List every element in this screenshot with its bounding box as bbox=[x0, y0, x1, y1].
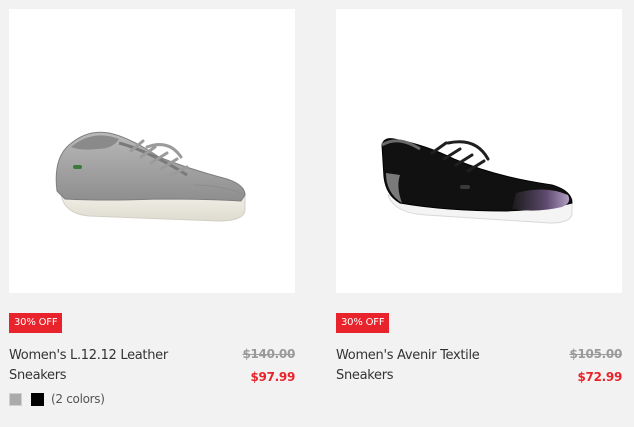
black-textile-sneaker-image bbox=[381, 138, 573, 224]
product-image[interactable] bbox=[336, 9, 622, 293]
product-name-line[interactable]: Women's L.12.12 Leather bbox=[9, 348, 168, 363]
sale-price: $72.99 bbox=[577, 370, 622, 384]
color-swatch-black[interactable] bbox=[31, 392, 44, 406]
colors-count: (2 colors) bbox=[51, 392, 105, 406]
product-card[interactable]: 30% OFF Women's Avenir Textile Sneakers … bbox=[336, 0, 622, 427]
product-image[interactable] bbox=[9, 9, 295, 293]
discount-badge: 30% OFF bbox=[9, 313, 63, 333]
sale-price: $97.99 bbox=[250, 370, 295, 384]
product-name-line[interactable]: Women's Avenir Textile Sneakers bbox=[336, 348, 480, 383]
product-name[interactable]: Women's L.12.12 Leather Sneakers bbox=[9, 346, 209, 386]
grey-leather-sneaker-image bbox=[55, 131, 246, 222]
product-name-line[interactable]: Sneakers bbox=[9, 368, 67, 383]
original-price: $140.00 bbox=[242, 347, 295, 361]
discount-badge: 30% OFF bbox=[336, 313, 390, 333]
original-price: $105.00 bbox=[569, 347, 622, 361]
color-swatch-grey[interactable] bbox=[9, 392, 22, 406]
color-swatches: (2 colors) bbox=[9, 392, 105, 406]
product-grid: 30% OFF Women's L.12.12 Leather Sneakers… bbox=[0, 0, 634, 427]
product-card[interactable]: 30% OFF Women's L.12.12 Leather Sneakers… bbox=[9, 0, 295, 427]
product-name[interactable]: Women's Avenir Textile Sneakers bbox=[336, 346, 536, 386]
